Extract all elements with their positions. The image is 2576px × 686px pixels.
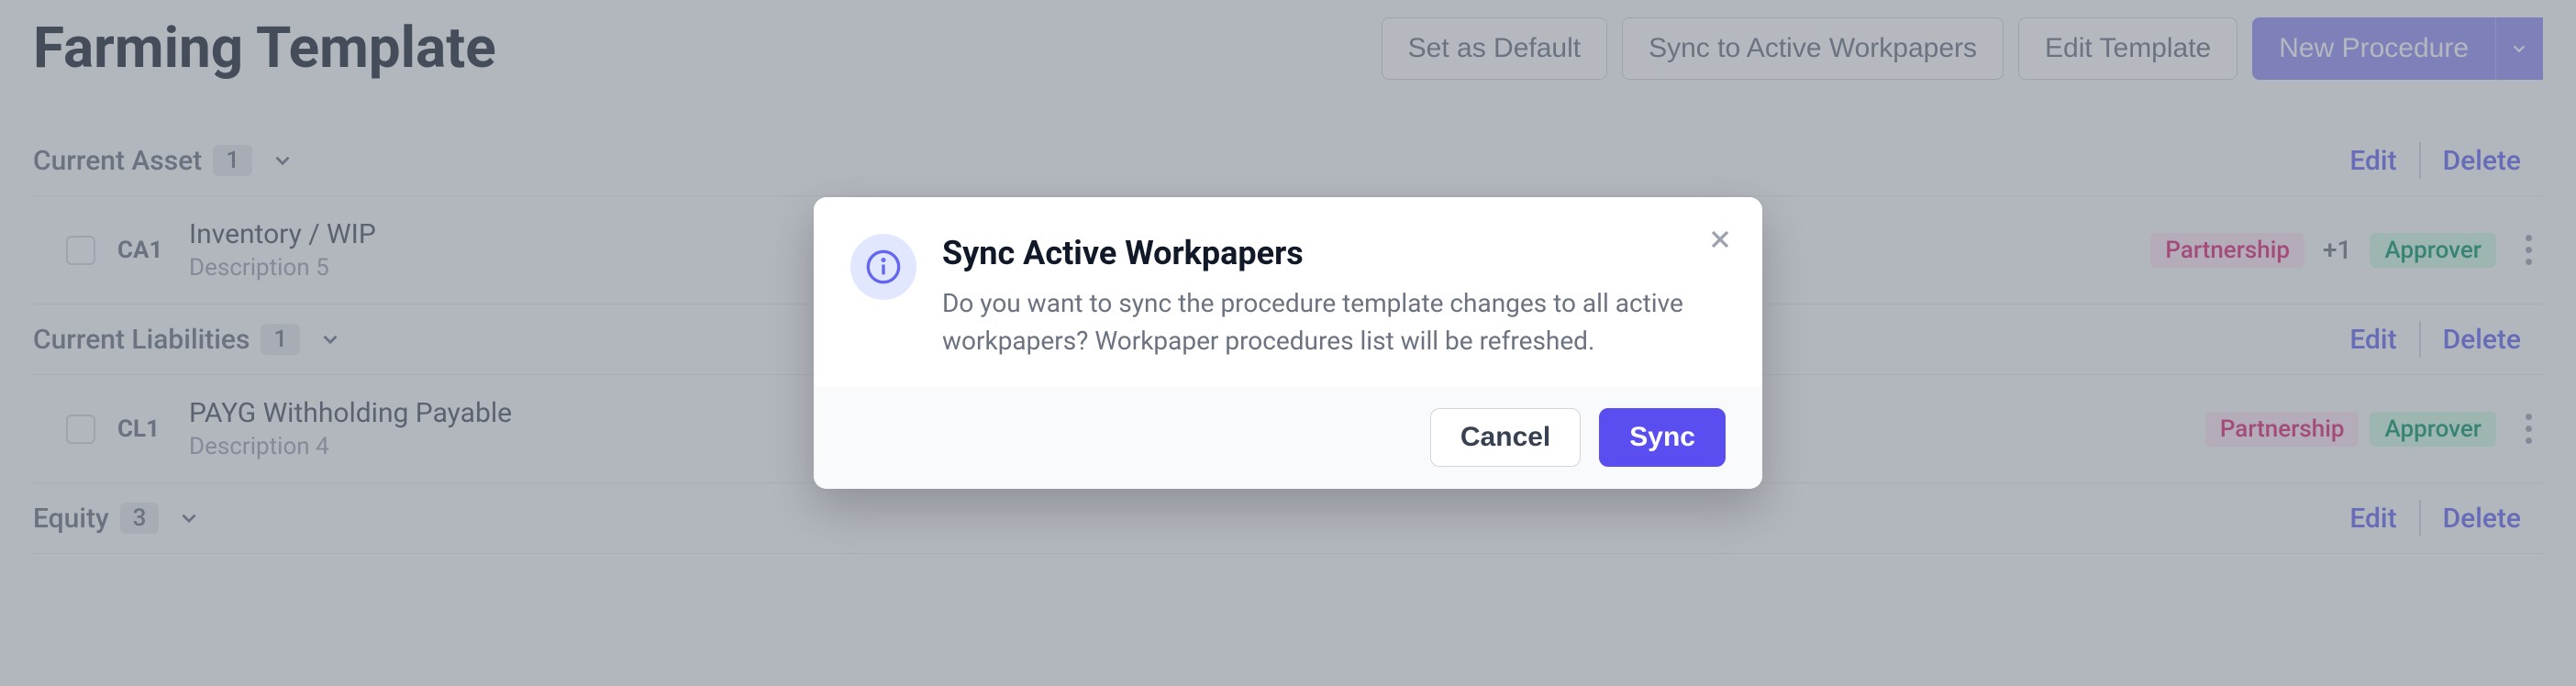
close-icon[interactable] [1705, 225, 1735, 261]
cancel-button[interactable]: Cancel [1430, 408, 1581, 467]
sync-button[interactable]: Sync [1599, 408, 1726, 467]
sync-modal: Sync Active Workpapers Do you want to sy… [814, 197, 1762, 488]
modal-text: Sync Active Workpapers Do you want to sy… [942, 234, 1726, 360]
modal-overlay[interactable]: Sync Active Workpapers Do you want to sy… [0, 0, 2576, 686]
modal-description: Do you want to sync the procedure templa… [942, 285, 1726, 360]
info-icon [850, 234, 916, 300]
modal-body: Sync Active Workpapers Do you want to sy… [814, 197, 1762, 385]
modal-title: Sync Active Workpapers [942, 234, 1726, 272]
modal-footer: Cancel Sync [814, 386, 1762, 489]
